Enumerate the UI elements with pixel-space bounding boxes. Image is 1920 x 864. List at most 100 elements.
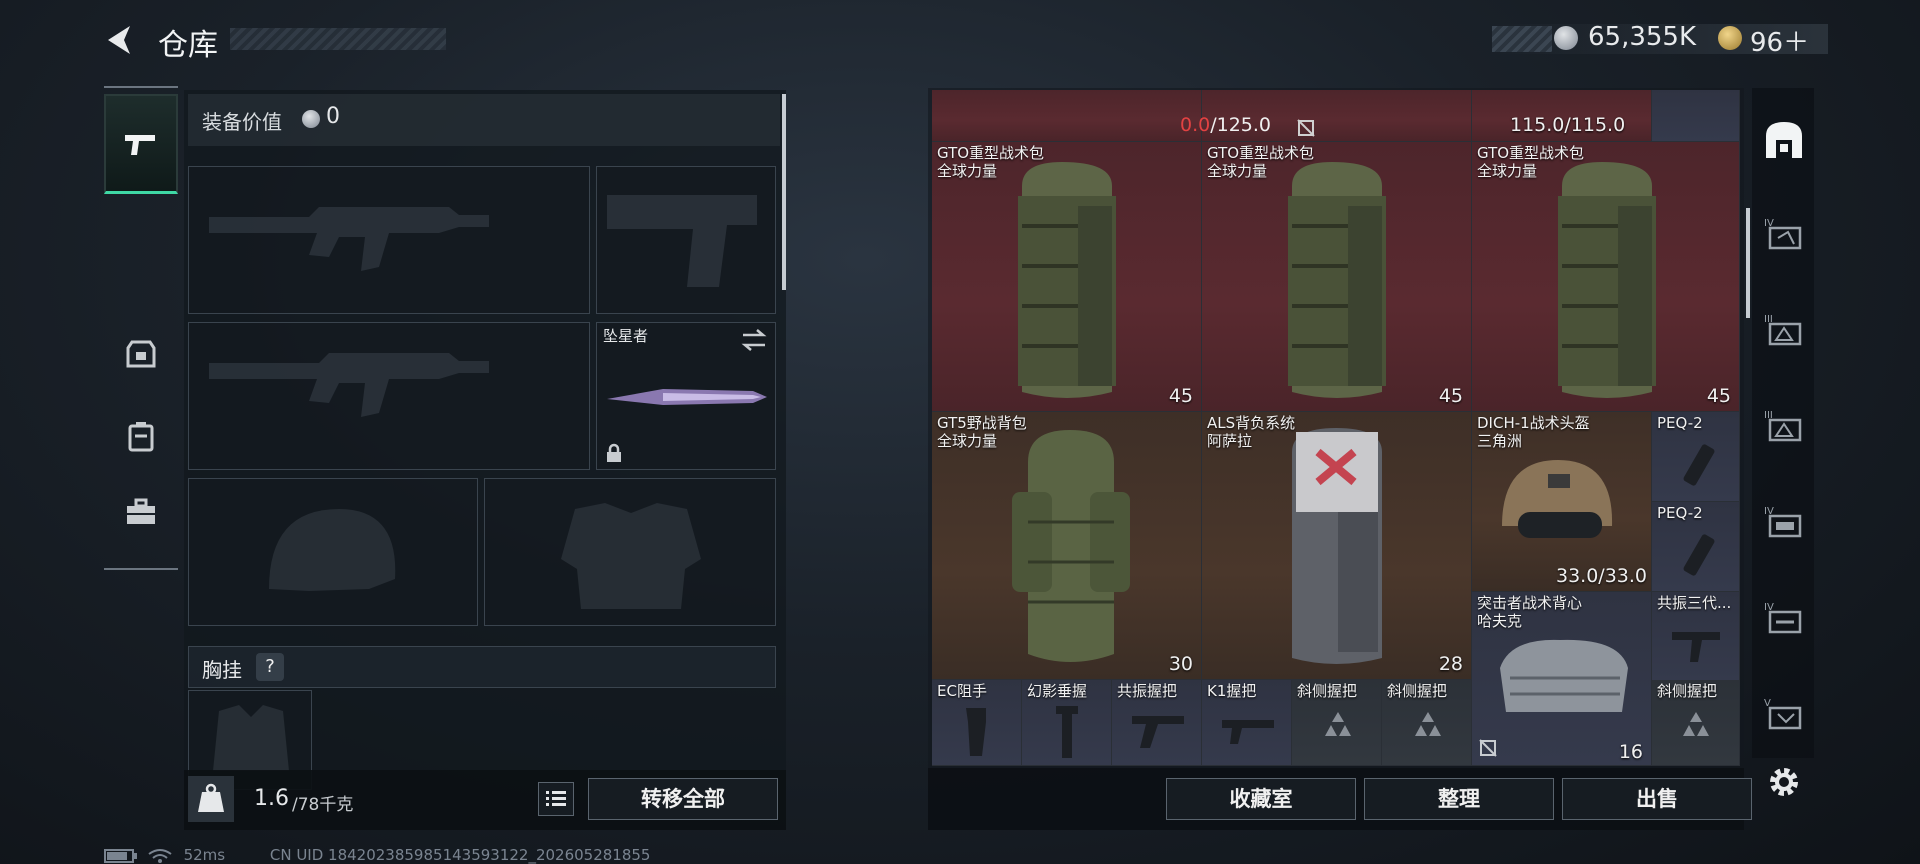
item-slots: 30 [1168,653,1193,675]
inventory-item[interactable]: 斜侧握把 [1292,680,1382,766]
inventory-item[interactable]: ALS背负系统 阿萨拉 28 [1202,412,1472,680]
inventory-item[interactable]: 斜侧握把 [1652,680,1740,766]
attachment-iv-icon[interactable]: IV [1762,502,1806,546]
list-view-button[interactable] [538,782,574,816]
inventory-item[interactable]: GTO重型战术包 全球力量 45 [1472,142,1740,412]
item-name: K1握把 [1207,682,1257,700]
collection-room-button[interactable]: 收藏室 [1166,778,1356,820]
attachment-iv-icon[interactable]: IV [1762,598,1806,642]
item-name: 斜侧握把 [1387,682,1448,700]
uid-text: CN UID 1842023859851435931​22_2026052818… [269,846,651,864]
organize-button[interactable]: 整理 [1364,778,1554,820]
inventory-item[interactable]: 共振三代... [1652,592,1740,682]
sell-button[interactable]: 出售 [1562,778,1752,820]
item-slots: 45 [1706,385,1731,407]
item-name: 幻影垂握 [1027,682,1088,700]
weight-value: 1.6 [254,786,289,811]
durability-max: /125.0 [1210,114,1272,136]
triangle-placeholder-icon [1683,712,1709,736]
page-title: 仓库 [158,28,218,63]
item-slots: 45 [1168,385,1193,407]
item-slots: 45 [1438,385,1463,407]
backpack-icon [1292,428,1382,664]
gold-coin-icon [1718,26,1742,50]
list-icon [546,791,566,806]
chest-rig-label: 胸挂 [202,658,242,682]
secondary-weapon-slot[interactable] [188,322,590,470]
backpack-icon [1558,162,1656,398]
silver-balance: 65,355K [1588,22,1697,52]
laser-device-icon [1683,444,1715,486]
inventory-item[interactable]: 共振握把 [1112,680,1202,766]
silver-coin-icon [1554,26,1578,50]
armor-silhouette-icon [561,503,701,609]
helmet-silhouette-icon [269,509,396,591]
inventory-item[interactable]: K1握把 [1202,680,1292,766]
item-name: 突击者战术背心 [1477,594,1583,612]
no-insure-icon [1297,119,1315,137]
arch-icon[interactable] [1762,118,1806,162]
silver-coin-icon [302,110,320,128]
inventory-item[interactable]: EC阻手 [932,680,1022,766]
inventory-scrollbar[interactable] [1746,208,1750,318]
attachment-v-icon[interactable]: V [1762,694,1806,738]
equip-value: 0 [326,104,340,129]
pistol-silhouette-icon [607,195,757,287]
title-decoration [230,28,446,50]
inventory-item[interactable]: 突击者战术背心 哈夫克 16 [1472,592,1652,766]
grip-icon [1056,706,1078,758]
rifle-silhouette-icon [209,207,489,271]
help-button[interactable]: ? [256,653,284,681]
inventory-item[interactable]: 幻影垂握 [1022,680,1112,766]
tab-weapons[interactable] [104,94,178,194]
inventory-grid: 0.0/125.0 115.0/115.0 GTO重型战术包 全球力量 45 GT… [932,90,1740,766]
helmet-icon [1502,460,1613,538]
gear-icon[interactable] [1764,762,1804,802]
inventory-item[interactable]: GT5野战背包 全球力量 30 [932,412,1202,680]
vest-icon [1500,639,1628,712]
item-source: 阿萨拉 [1207,432,1253,450]
item-source: 全球力量 [1477,162,1538,180]
inventory-item[interactable] [932,90,1202,142]
triangle-placeholder-icon [1415,712,1441,736]
lock-icon [607,443,621,462]
equip-value-label: 装备价值 [202,110,282,134]
durability-text: 115.0/115.0 [1510,114,1626,136]
transfer-all-button[interactable]: 转移全部 [588,778,778,820]
inventory-item[interactable]: PEQ-2 [1652,412,1740,502]
pistol-slot[interactable] [596,166,776,314]
primary-weapon-slot[interactable] [188,166,590,314]
item-source: 全球力量 [1207,162,1268,180]
loadout-scrollbar[interactable] [782,94,786,290]
rifle-silhouette-icon [209,353,489,417]
currency-decoration [1492,26,1552,52]
grip-icon [1672,632,1720,662]
swap-icon[interactable] [739,327,769,353]
inventory-item[interactable] [1652,90,1740,142]
inventory-item[interactable]: GTO重型战术包 全球力量 45 [932,142,1202,412]
item-name: 斜侧握把 [1297,682,1358,700]
grip-icon [1222,720,1274,744]
melee-name: 坠星者 [603,327,649,345]
divider [104,568,178,570]
item-source: 全球力量 [937,432,998,450]
attachment-iv-icon[interactable]: IV [1762,214,1806,258]
knife-icon [607,389,767,405]
attachment-iii-icon[interactable]: III [1762,310,1806,354]
melee-slot[interactable]: 坠星者 [596,322,776,470]
item-name: PEQ-2 [1657,504,1703,522]
body-armor-slot[interactable] [484,478,776,626]
attachment-iii-icon[interactable]: III [1762,406,1806,450]
tab-toolbox[interactable] [104,462,178,562]
inventory-item[interactable]: PEQ-2 [1652,502,1740,592]
backpack-icon [128,422,154,452]
item-name: 斜侧握把 [1657,682,1718,700]
helmet-slot[interactable] [188,478,478,626]
item-source: 三角洲 [1477,432,1523,450]
inventory-item[interactable]: DICH-1战术头盔 三角洲 33.0/33.0 [1472,412,1652,592]
inventory-item[interactable]: GTO重型战术包 全球力量 45 [1202,142,1472,412]
back-arrow-icon[interactable] [100,20,140,60]
inventory-item[interactable]: 斜侧握把 [1382,680,1472,766]
gold-balance[interactable]: 96＋ [1750,22,1809,59]
toolbox-icon [127,498,155,524]
